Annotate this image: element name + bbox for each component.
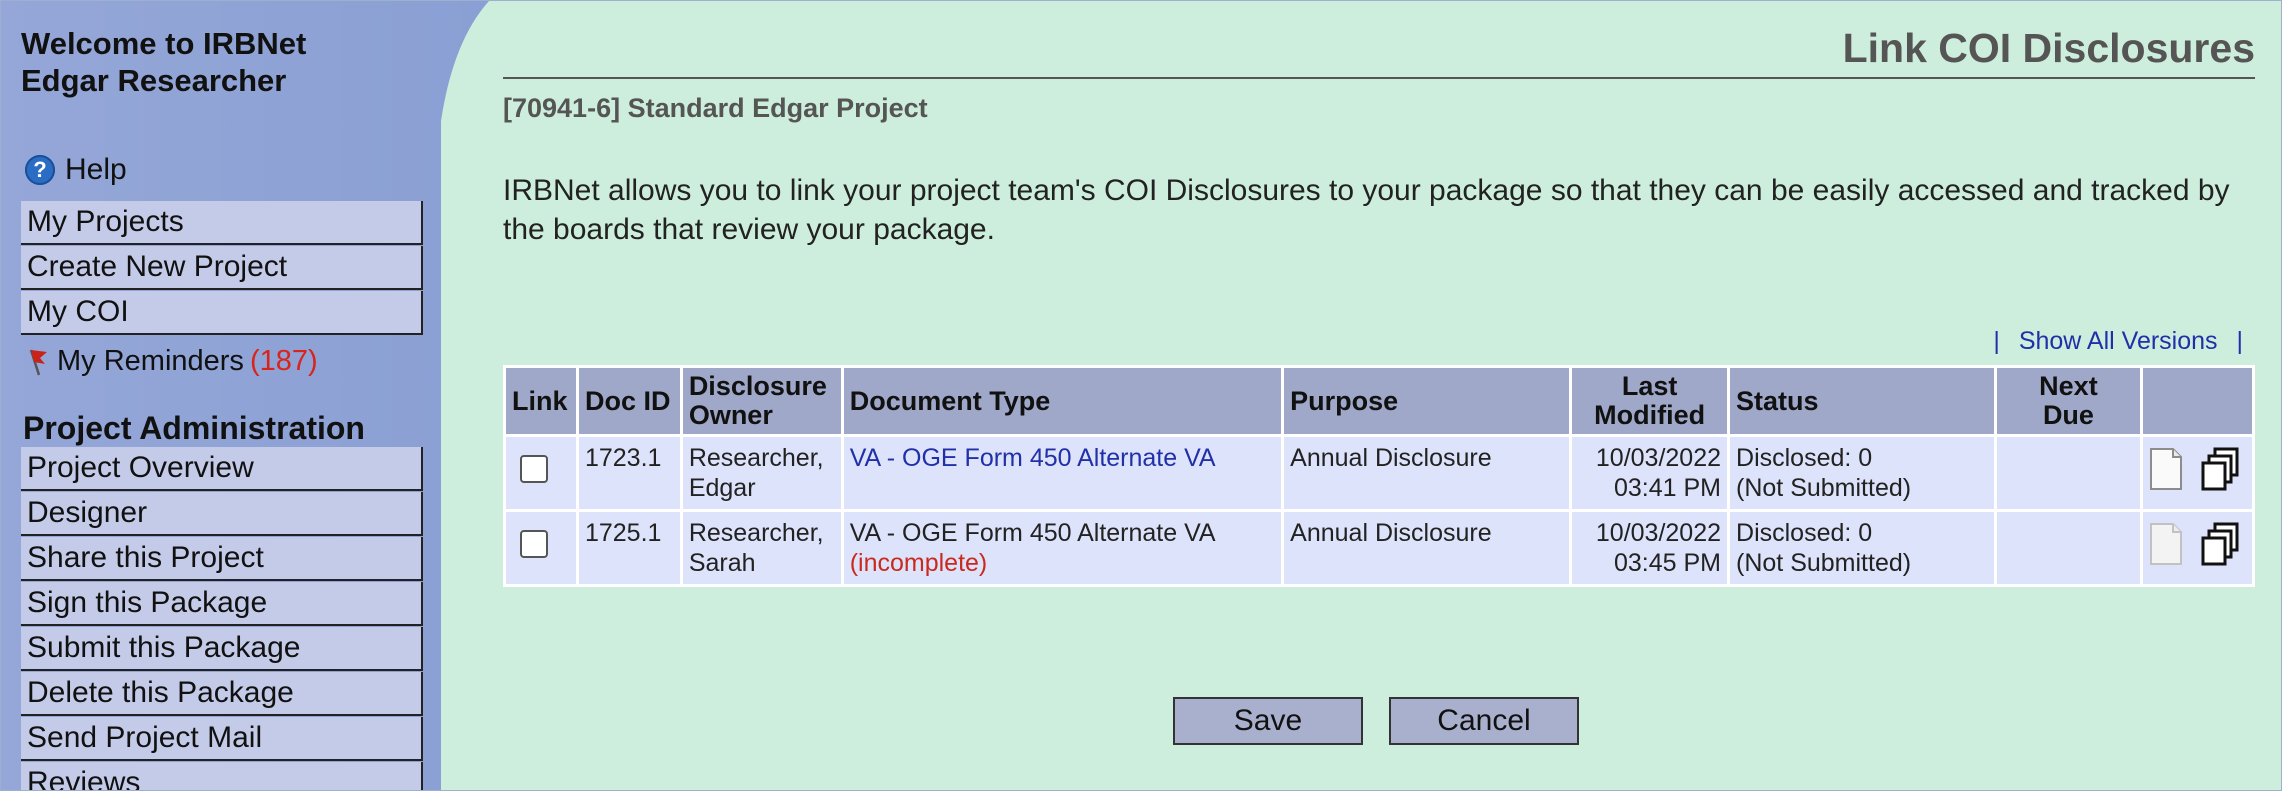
page-title: Link COI Disclosures [1842,25,2255,71]
column-header-link: Link [506,368,576,434]
header-line: Owner [688,400,773,430]
header-line: Last [1621,371,1678,401]
document-icon [2149,523,2182,565]
next-due-cell [1997,512,2140,584]
table-header-row: Link Doc ID Disclosure Owner Document Ty… [506,368,2252,434]
document-type-text: VA - OGE Form 450 Alternate VA [849,519,1216,547]
owner-cell: Researcher, Edgar [682,437,841,509]
menu-item-my-coi[interactable]: My COI [21,291,423,335]
actions-cell [2142,512,2252,584]
header-line: Disclosure [688,371,827,401]
column-header-actions [2142,368,2252,434]
menu-item-sign-package[interactable]: Sign this Package [21,582,423,626]
welcome-user-name: Edgar Researcher [21,63,287,98]
column-header-disclosure-owner: Disclosure Owner [682,368,841,434]
status-disclosed: Disclosed: 0 [1736,444,1873,472]
document-type-cell: VA - OGE Form 450 Alternate VA [843,437,1282,509]
menu-item-reviews[interactable]: Reviews [21,762,423,790]
column-header-last-modified: Last Modified [1572,368,1728,434]
sidebar: Welcome to IRBNet Edgar Researcher ? Hel… [1,1,489,790]
document-type-cell: VA - OGE Form 450 Alternate VA (incomple… [843,512,1282,584]
menu-item-designer[interactable]: Designer [21,492,423,536]
form-buttons: Save Cancel [1173,697,1579,745]
document-note: (incomplete) [849,549,988,577]
my-reminders-link[interactable]: My Reminders (187) [27,345,318,378]
welcome-title: Welcome to IRBNet [21,26,307,61]
top-menu: My Projects Create New Project My COI [21,201,423,336]
doc-id-cell: 1723.1 [578,437,680,509]
status-cell: Disclosed: 0 (Not Submitted) [1730,512,1995,584]
table-row: 1725.1 Researcher, Sarah VA - OGE Form 4… [506,512,2252,584]
menu-item-my-projects[interactable]: My Projects [21,201,423,245]
save-button[interactable]: Save [1173,697,1363,745]
menu-item-send-project-mail[interactable]: Send Project Mail [21,717,423,761]
owner-last-name: Researcher, [688,519,824,547]
header-line: Due [2042,400,2094,430]
owner-first-name: Sarah [688,549,756,577]
last-modified-cell: 10/03/2022 03:41 PM [1572,437,1728,509]
actions-cell [2142,437,2252,509]
coi-disclosures-table: Link Doc ID Disclosure Owner Document Ty… [503,365,2255,587]
status-cell: Disclosed: 0 (Not Submitted) [1730,437,1995,509]
purpose-cell: Annual Disclosure [1284,437,1570,509]
modified-time: 03:45 PM [1614,549,1722,577]
owner-cell: Researcher, Sarah [682,512,841,584]
menu-item-project-overview[interactable]: Project Overview [21,447,423,491]
link-cell [506,512,576,584]
copy-pages-icon[interactable] [2201,447,2241,491]
copy-pages-icon[interactable] [2201,522,2241,566]
separator: | [2236,327,2244,355]
link-checkbox[interactable] [520,530,548,558]
table-row: 1723.1 Researcher, Edgar VA - OGE Form 4… [506,437,2252,509]
project-name: [70941-6] Standard Edgar Project [503,93,928,123]
project-administration-heading: Project Administration [23,410,365,446]
last-modified-cell: 10/03/2022 03:45 PM [1572,512,1728,584]
red-flag-icon [29,349,47,375]
separator: | [1993,327,2000,355]
column-header-next-due: Next Due [1997,368,2140,434]
versions-bar: | Show All Versions | [1981,327,2255,356]
cancel-button[interactable]: Cancel [1389,697,1579,745]
link-cell [506,437,576,509]
help-circle-icon: ? [25,155,55,185]
header-line: Modified [1594,400,1706,430]
column-header-purpose: Purpose [1284,368,1570,434]
column-header-status: Status [1730,368,1995,434]
column-header-doc-id: Doc ID [578,368,680,434]
document-type-link[interactable]: VA - OGE Form 450 Alternate VA [850,443,1275,473]
owner-last-name: Researcher, [688,444,824,472]
menu-item-delete-package[interactable]: Delete this Package [21,672,423,716]
document-icon[interactable] [2149,447,2183,491]
reminders-count: (187) [249,345,318,377]
menu-item-submit-package[interactable]: Submit this Package [21,627,423,671]
help-link[interactable]: ? Help [25,153,127,187]
status-disclosed: Disclosed: 0 [1736,519,1873,547]
link-checkbox[interactable] [520,455,548,483]
modified-time: 03:41 PM [1614,474,1722,502]
title-divider [503,77,2255,79]
admin-menu: Project Overview Designer Share this Pro… [21,447,423,790]
column-header-document-type: Document Type [843,368,1282,434]
modified-date: 10/03/2022 [1595,519,1722,547]
show-all-versions-link[interactable]: Show All Versions [2019,327,2218,355]
menu-item-create-new-project[interactable]: Create New Project [21,246,423,290]
help-label: Help [65,153,127,186]
intro-text: IRBNet allows you to link your project t… [503,174,2230,246]
header-line: Next [2039,371,2098,401]
menu-item-share-project[interactable]: Share this Project [21,537,423,581]
reminders-label: My Reminders [57,345,244,377]
status-submission: (Not Submitted) [1736,474,1912,502]
modified-date: 10/03/2022 [1595,444,1722,472]
purpose-cell: Annual Disclosure [1284,512,1570,584]
owner-first-name: Edgar [688,474,756,502]
status-submission: (Not Submitted) [1736,549,1912,577]
next-due-cell [1997,437,2140,509]
welcome-message: Welcome to IRBNet Edgar Researcher [21,25,306,99]
doc-id-cell: 1725.1 [578,512,680,584]
app-window: Welcome to IRBNet Edgar Researcher ? Hel… [0,0,2282,791]
